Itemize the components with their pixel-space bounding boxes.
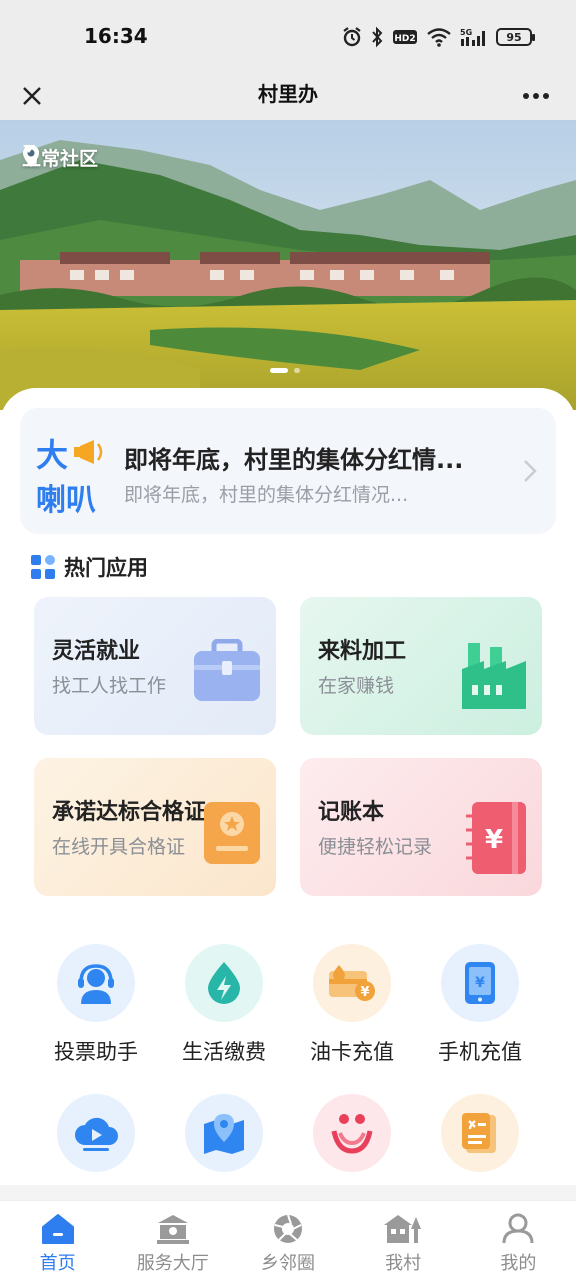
app-card-subtitle: 找工人找工作 — [52, 675, 167, 697]
service-map[interactable] — [164, 1094, 284, 1186]
nav-home[interactable]: 首页 — [0, 1201, 115, 1280]
chevron-right-icon — [524, 460, 537, 482]
app-card-subtitle: 在家赚钱 — [318, 675, 395, 697]
nav-label: 服务大厅 — [136, 1253, 209, 1274]
svg-text:¥: ¥ — [475, 975, 485, 991]
nav-neighbors[interactable]: 乡邻圈 — [230, 1201, 345, 1280]
carousel-dot — [294, 368, 300, 373]
profile-icon — [502, 1213, 534, 1244]
carousel-indicator — [270, 368, 300, 373]
hd-label: HD2 — [394, 34, 415, 44]
status-icons: HD2 5G 95 — [342, 24, 535, 50]
service-fuel-card[interactable]: ¥ 油卡充值 — [292, 944, 412, 1066]
svg-text:¥: ¥ — [485, 825, 503, 855]
page-title: 村里办 — [258, 82, 318, 106]
battery-icon: 95 — [496, 28, 535, 46]
service-label: 投票助手 — [54, 1040, 138, 1064]
loudspeaker-logo-icon: 大 喇叭 — [36, 436, 103, 514]
nav-my-village[interactable]: 我村 — [346, 1201, 461, 1280]
phone-recharge-icon: ¥ — [465, 962, 495, 1004]
utility-payment-icon-wrap — [185, 944, 263, 1022]
party-affairs-icon-wrap — [441, 1094, 519, 1172]
app-card-title: 灵活就业 — [52, 639, 141, 664]
app-card-subtitle: 便捷轻松记录 — [318, 836, 433, 858]
service-utility-payment[interactable]: 生活缴费 — [164, 944, 284, 1066]
service-label: 生活缴费 — [182, 1040, 266, 1064]
app-card-material-processing[interactable]: 来料加工 在家赚钱 — [300, 597, 542, 735]
app-card-subtitle: 在线开具合格证 — [52, 836, 186, 858]
section-divider — [0, 1185, 576, 1200]
rings-logo-icon — [331, 1114, 373, 1154]
app-card-ledger[interactable]: 记账本 便捷轻松记录 ¥ — [300, 758, 542, 896]
bluetooth-icon — [372, 26, 383, 48]
certificate-icon — [204, 802, 260, 864]
app-card-title: 记账本 — [318, 800, 385, 825]
party-document-icon — [462, 1113, 496, 1153]
map-pin-icon — [204, 1114, 244, 1154]
village-icon — [384, 1215, 422, 1243]
lightning-drop-icon — [208, 962, 240, 1004]
alarm-icon — [343, 27, 361, 47]
announcement-title: 即将年底，村里的集体分红情... — [124, 446, 464, 474]
status-time: 16:34 — [84, 24, 148, 48]
nav-label: 我的 — [500, 1253, 537, 1274]
aperture-icon — [273, 1214, 302, 1243]
app-card-title: 承诺达标合格证 — [52, 800, 207, 825]
fuel-card-icon-wrap: ¥ — [313, 944, 391, 1022]
status-bar: 16:34 HD2 5G 95 — [0, 0, 576, 72]
announcement-subtitle: 即将年底，村里的集体分红情况... — [124, 484, 409, 506]
mobile-recharge-icon-wrap: ¥ — [441, 944, 519, 1022]
cloud-play-icon — [75, 1117, 118, 1151]
video-icon-wrap — [57, 1094, 135, 1172]
network-label: 5G — [460, 28, 472, 37]
fuel-card-icon: ¥ — [329, 965, 375, 1001]
home-icon — [41, 1214, 74, 1244]
nav-profile[interactable]: 我的 — [461, 1201, 576, 1280]
wifi-icon — [427, 28, 451, 47]
more-dots-icon — [523, 93, 549, 99]
nav-service-hall[interactable]: 服务大厅 — [115, 1201, 230, 1280]
service-label: 手机充值 — [438, 1040, 522, 1064]
app-card-flexible-employment[interactable]: 灵活就业 找工人找工作 — [34, 597, 276, 735]
nav-label: 乡邻圈 — [260, 1253, 315, 1274]
battery-level: 95 — [506, 30, 522, 44]
title-bar: 村里办 — [0, 72, 576, 120]
apps-grid-icon — [31, 555, 55, 579]
map-icon-wrap — [185, 1094, 263, 1172]
briefcase-icon — [194, 639, 260, 701]
service-vote-assistant[interactable]: 投票助手 — [36, 944, 156, 1066]
hd-icon: HD2 — [393, 30, 417, 44]
caret-down-icon — [23, 145, 35, 153]
bottom-navigation: 首页 服务大厅 乡邻圈 我村 我的 — [0, 1200, 576, 1280]
main-content: 大 喇叭 即将年底，村里的集体分红情... 即将年底，村里的集体分红情况... … — [0, 388, 576, 1200]
announcement-banner[interactable]: 大 喇叭 即将年底，村里的集体分红情... 即将年底，村里的集体分红情况... — [20, 408, 556, 534]
more-button[interactable] — [516, 76, 556, 116]
nav-label: 我村 — [385, 1253, 422, 1274]
nav-label: 首页 — [39, 1253, 76, 1274]
factory-icon — [462, 643, 526, 709]
service-community[interactable] — [292, 1094, 412, 1186]
app-card-compliance-certificate[interactable]: 承诺达标合格证 在线开具合格证 — [34, 758, 276, 896]
section-title: 热门应用 — [64, 556, 148, 580]
logo-text-bottom: 喇叭 — [36, 483, 96, 514]
svg-text:¥: ¥ — [360, 985, 369, 1000]
carousel-dot-active — [270, 368, 288, 373]
service-label: 油卡充值 — [310, 1040, 394, 1064]
signal-icon: 5G — [460, 28, 485, 46]
service-party-affairs[interactable] — [420, 1094, 540, 1186]
logo-text-top: 大 — [36, 436, 68, 474]
ledger-icon: ¥ — [466, 802, 526, 874]
headset-agent-icon — [78, 964, 114, 1004]
location-selector[interactable]: 五常社区 — [22, 144, 98, 171]
vote-assistant-icon-wrap — [57, 944, 135, 1022]
app-card-title: 来料加工 — [318, 639, 407, 664]
service-mobile-recharge[interactable]: ¥ 手机充值 — [420, 944, 540, 1066]
banner-carousel[interactable]: 五常社区 — [0, 120, 576, 410]
service-hall-icon — [156, 1215, 189, 1244]
service-video[interactable] — [36, 1094, 156, 1186]
hot-apps-header: 热门应用 — [30, 552, 148, 582]
community-icon-wrap — [313, 1094, 391, 1172]
